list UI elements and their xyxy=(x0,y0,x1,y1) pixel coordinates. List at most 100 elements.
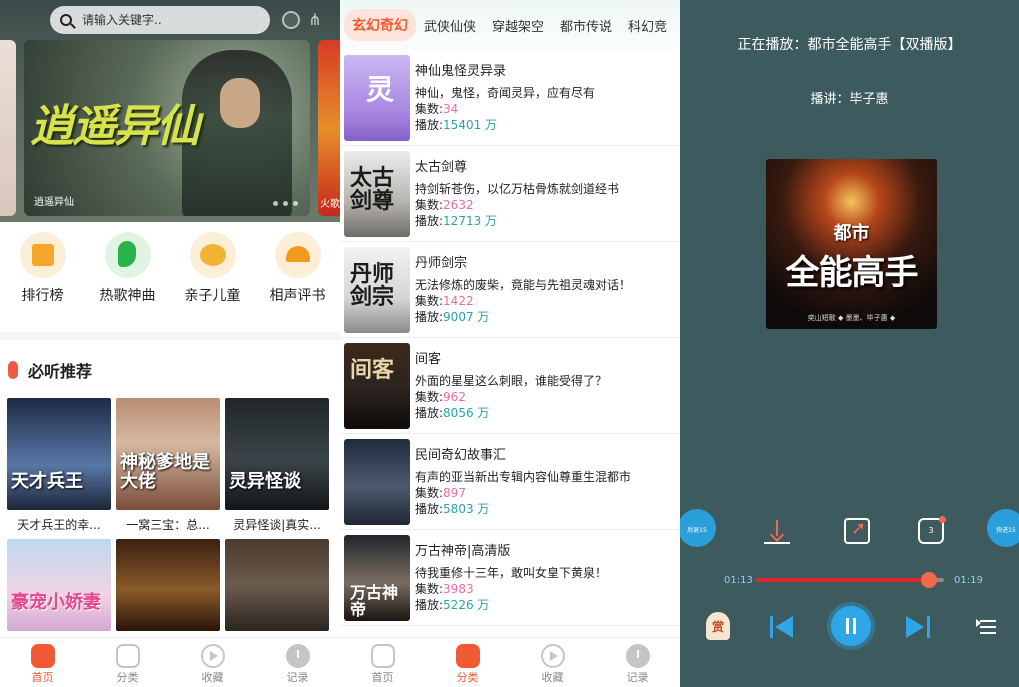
list-item[interactable]: 太古剑尊 太古剑尊 持剑斩苍伤，以亿万枯骨炼就剑道经书 集数:2632 播放:1… xyxy=(340,146,680,242)
episode-label: 集数: xyxy=(415,198,444,212)
share-icon[interactable] xyxy=(844,518,870,544)
tab-favorites[interactable]: 收藏 xyxy=(523,638,583,687)
shortcut-hot-songs[interactable]: 热歌神曲 xyxy=(92,232,164,332)
tab-time-travel[interactable]: 穿越架空 xyxy=(484,16,552,35)
reward-label: 赏 xyxy=(711,620,724,634)
episode-value: 2632 xyxy=(443,198,474,212)
book-cover: 灵异怪谈 xyxy=(225,398,329,510)
kids-icon xyxy=(189,232,236,278)
share-icon[interactable]: ⋔ xyxy=(306,11,324,29)
tab-history[interactable]: 记录 xyxy=(608,638,668,687)
progress-bar[interactable] xyxy=(756,572,944,588)
recommend-section: 必听推荐 天才兵王 天才兵王的幸... 神秘爹地是大佬 一窝三宝：总... 灵异… xyxy=(0,340,340,687)
album-cover: 间客 xyxy=(344,343,410,429)
tab-favorites[interactable]: 收藏 xyxy=(183,638,243,687)
play-value: 12713 万 xyxy=(443,214,498,228)
tab-label: 收藏 xyxy=(541,671,564,684)
rewind-button[interactable]: 后退15 xyxy=(680,509,716,547)
tab-fantasy[interactable]: 玄幻奇幻 xyxy=(344,9,416,41)
pause-button[interactable] xyxy=(831,606,871,646)
time-total: 01:19 xyxy=(954,575,983,586)
tab-history[interactable]: 记录 xyxy=(268,638,328,687)
tab-wuxia[interactable]: 武侠仙侠 xyxy=(416,16,484,35)
book-card[interactable]: 神秘爹地是大佬 一窝三宝：总... xyxy=(116,398,220,533)
progress-handle[interactable] xyxy=(920,572,937,588)
album-title: 丹师剑宗 xyxy=(415,256,468,271)
album-cover: 都市 全能高手 奕山短歌 ◆ 墨墨、毕子惠 ◆ xyxy=(766,159,937,329)
history-icon[interactable] xyxy=(282,11,300,29)
episode-count: 集数:962 xyxy=(415,389,675,405)
shortcut-crosstalk[interactable]: 相声评书 xyxy=(262,232,334,332)
album-meta: 万古神帝|高清版 待我重修十三年，敢叫女皇下黄泉！ 集数:3983 播放:522… xyxy=(415,544,675,613)
list-item[interactable]: 万古神帝 万古神帝|高清版 待我重修十三年，敢叫女皇下黄泉！ 集数:3983 播… xyxy=(340,530,680,626)
player-screen: 正在播放：都市全能高手【双播版】 播讲：毕子惠 都市 全能高手 奕山短歌 ◆ 墨… xyxy=(680,0,1019,687)
section-header: 必听推荐 xyxy=(8,358,92,382)
book-cover: 豪宠小娇妻 xyxy=(7,539,111,631)
banner-carousel[interactable]: 逍遥异仙 逍遥异仙 xyxy=(24,40,310,216)
cover-title: 全能高手 xyxy=(785,253,919,293)
play-value: 8056 万 xyxy=(443,406,490,420)
book-card[interactable]: 豪宠小娇妻 xyxy=(7,539,111,631)
timer-value: 3 xyxy=(928,526,934,535)
episode-label: 集数: xyxy=(415,102,444,116)
tab-home[interactable]: 首页 xyxy=(13,638,73,687)
tab-label: 记录 xyxy=(626,671,649,684)
play-count: 播放:15401 万 xyxy=(415,117,675,133)
play-label: 播放: xyxy=(415,598,444,612)
timer-icon[interactable]: 3 xyxy=(918,516,946,544)
shortcut-ranking[interactable]: 排行榜 xyxy=(7,232,79,332)
music-note-icon xyxy=(104,232,151,278)
shortcut-label: 排行榜 xyxy=(21,288,64,304)
bottom-tab-bar: 首页 分类 收藏 记录 xyxy=(0,637,340,687)
tab-scifi[interactable]: 科幻竞 xyxy=(620,16,675,35)
shortcut-label: 亲子儿童 xyxy=(184,288,241,304)
album-title: 万古神帝|高清版 xyxy=(415,544,511,559)
search-bar[interactable] xyxy=(50,6,270,34)
book-card[interactable]: 天才兵王 天才兵王的幸... xyxy=(7,398,111,533)
list-item[interactable]: 民间奇幻故事汇 有声的亚当新出专辑内容仙尊重生混都市 集数:897 播放:580… xyxy=(340,434,680,530)
tab-category[interactable]: 分类 xyxy=(98,638,158,687)
book-cover xyxy=(116,539,220,631)
banner-next-peek[interactable]: 火歌 xyxy=(318,40,340,216)
cover-text: 万古神帝 xyxy=(350,583,399,619)
banner-next-label: 火歌 xyxy=(320,199,340,210)
tab-home[interactable]: 首页 xyxy=(353,638,413,687)
episode-label: 集数: xyxy=(415,582,444,596)
previous-icon[interactable] xyxy=(770,616,794,638)
tab-category[interactable]: 分类 xyxy=(438,638,498,687)
reward-button[interactable]: 赏 xyxy=(706,612,730,640)
banner-prev-peek[interactable] xyxy=(0,40,16,216)
playlist-icon[interactable] xyxy=(976,617,996,637)
list-item[interactable]: 丹师剑宗 丹师剑宗 无法修炼的废柴，竟能与先祖灵魂对话！ 集数:1422 播放:… xyxy=(340,242,680,338)
shortcut-kids[interactable]: 亲子儿童 xyxy=(177,232,249,332)
home-screen: 逍遥异仙 逍遥异仙 火歌 ⋔ 排行榜 热歌神曲 亲子儿童 相声评书 xyxy=(0,0,340,687)
album-meta: 民间奇幻故事汇 有声的亚当新出专辑内容仙尊重生混都市 集数:897 播放:580… xyxy=(415,448,675,517)
book-card[interactable] xyxy=(116,539,220,631)
book-cover xyxy=(225,539,329,631)
forward-button[interactable]: 快进15 xyxy=(987,509,1019,547)
episode-count: 集数:2632 xyxy=(415,197,675,213)
album-cover xyxy=(344,439,410,525)
search-input[interactable] xyxy=(82,13,252,27)
download-icon[interactable] xyxy=(764,518,790,544)
play-count: 播放:5803 万 xyxy=(415,501,675,517)
next-icon[interactable] xyxy=(906,616,930,638)
play-label: 播放: xyxy=(415,502,444,516)
cover-text: 灵 xyxy=(366,73,395,106)
album-desc: 待我重修十三年，敢叫女皇下黄泉！ xyxy=(415,566,608,580)
book-card[interactable] xyxy=(225,539,329,631)
book-card[interactable]: 灵异怪谈 灵异怪谈|真实... xyxy=(225,398,329,533)
episode-count: 集数:897 xyxy=(415,485,675,501)
home-icon xyxy=(30,644,55,668)
shortcut-label: 热歌神曲 xyxy=(99,288,156,304)
tab-urban-legend[interactable]: 都市传说 xyxy=(552,16,620,35)
list-item[interactable]: 间客 间客 外面的星星这么刺眼，谁能受得了？ 集数:962 播放:8056 万 xyxy=(340,338,680,434)
play-value: 15401 万 xyxy=(443,118,498,132)
hero-area: 逍遥异仙 逍遥异仙 火歌 ⋔ xyxy=(0,0,340,222)
narrator-label: 播讲：毕子惠 xyxy=(810,92,889,107)
episode-count: 集数:3983 xyxy=(415,581,675,597)
cover-title: 灵异怪谈 xyxy=(229,471,301,493)
list-item[interactable]: 灵 神仙鬼怪灵异录 神仙，鬼怪，奇闻灵异，应有尽有 集数:34 播放:15401… xyxy=(340,50,680,146)
play-circle-icon xyxy=(540,644,565,668)
album-meta: 丹师剑宗 无法修炼的废柴，竟能与先祖灵魂对话！ 集数:1422 播放:9007 … xyxy=(415,256,675,325)
